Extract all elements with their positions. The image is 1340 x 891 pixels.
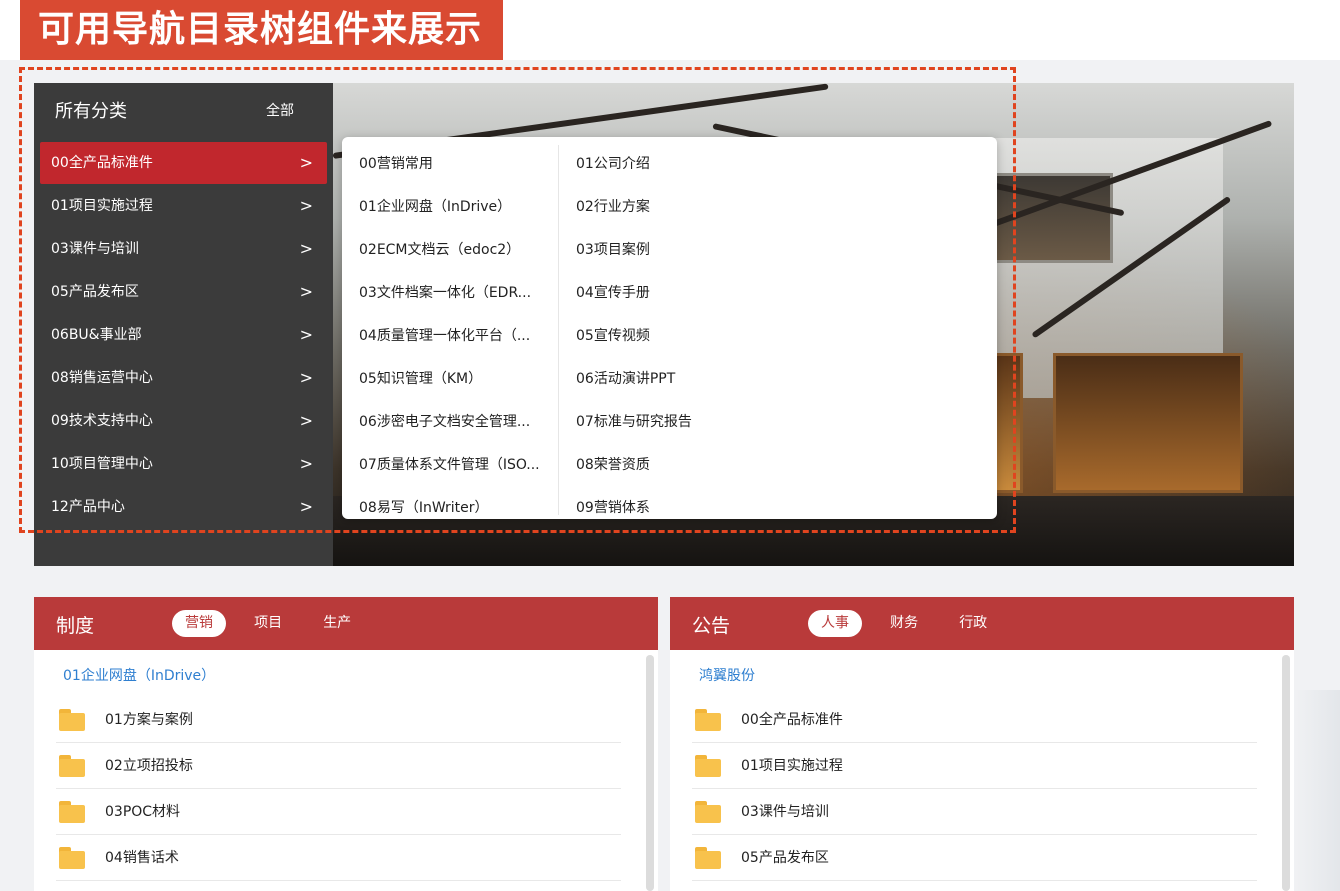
folder-label: 02立项招投标 (105, 758, 193, 774)
folder-label: 01项目实施过程 (741, 758, 843, 774)
folder-label: 03POC材料 (105, 804, 181, 820)
folder-icon (59, 709, 85, 731)
scrollbar-thumb[interactable] (1282, 655, 1290, 891)
panel-breadcrumb-link[interactable]: 01企业网盘（InDrive） (63, 665, 215, 685)
list-item[interactable]: 03课件与培训 (692, 789, 1257, 835)
panel-header: 制度 营销 项目 生产 (34, 597, 658, 650)
list-item[interactable]: 01方案与案例 (56, 697, 621, 743)
panel-breadcrumb-link[interactable]: 鸿翼股份 (699, 665, 755, 685)
folder-label: 00全产品标准件 (741, 712, 843, 728)
banner-annotation: 可用导航目录树组件来展示 (20, 0, 503, 60)
folder-icon (59, 755, 85, 777)
panel-tabs: 营销 项目 生产 (172, 610, 374, 637)
list-item[interactable]: 03POC材料 (56, 789, 621, 835)
panel-header: 公告 人事 财务 行政 (670, 597, 1294, 650)
folder-list: 01方案与案例 02立项招投标 03POC材料 04销售话术 (56, 697, 621, 881)
tab-admin[interactable]: 行政 (946, 610, 1000, 637)
folder-icon (59, 847, 85, 869)
scrollbar-thumb[interactable] (646, 655, 654, 891)
list-item[interactable]: 04销售话术 (56, 835, 621, 881)
list-item[interactable]: 02立项招投标 (56, 743, 621, 789)
tab-marketing[interactable]: 营销 (172, 610, 226, 637)
policy-panel: 制度 营销 项目 生产 01企业网盘（InDrive） 01方案与案例 02立项… (34, 597, 658, 891)
scrollbar[interactable] (646, 655, 654, 891)
tab-hr[interactable]: 人事 (808, 610, 862, 637)
tab-finance[interactable]: 财务 (877, 610, 931, 637)
list-item[interactable]: 05产品发布区 (692, 835, 1257, 881)
folder-icon (695, 755, 721, 777)
folder-label: 04销售话术 (105, 850, 179, 866)
folder-label: 05产品发布区 (741, 850, 829, 866)
list-item[interactable]: 00全产品标准件 (692, 697, 1257, 743)
folder-icon (59, 801, 85, 823)
background-decoration (1292, 690, 1340, 891)
tab-production[interactable]: 生产 (310, 610, 364, 637)
scrollbar[interactable] (1282, 655, 1290, 891)
panel-tabs: 人事 财务 行政 (808, 610, 1010, 637)
folder-label: 03课件与培训 (741, 804, 829, 820)
photo-window (1053, 353, 1243, 493)
list-item[interactable]: 01项目实施过程 (692, 743, 1257, 789)
panel-title: 公告 (692, 615, 731, 637)
annotation-dashed-frame (19, 67, 1016, 533)
panel-title: 制度 (56, 615, 95, 637)
folder-label: 01方案与案例 (105, 712, 193, 728)
notice-panel: 公告 人事 财务 行政 鸿翼股份 00全产品标准件 01项目实施过程 03课件与… (670, 597, 1294, 891)
folder-icon (695, 847, 721, 869)
folder-icon (695, 709, 721, 731)
folder-icon (695, 801, 721, 823)
folder-list: 00全产品标准件 01项目实施过程 03课件与培训 05产品发布区 (692, 697, 1257, 881)
tab-project[interactable]: 项目 (241, 610, 295, 637)
